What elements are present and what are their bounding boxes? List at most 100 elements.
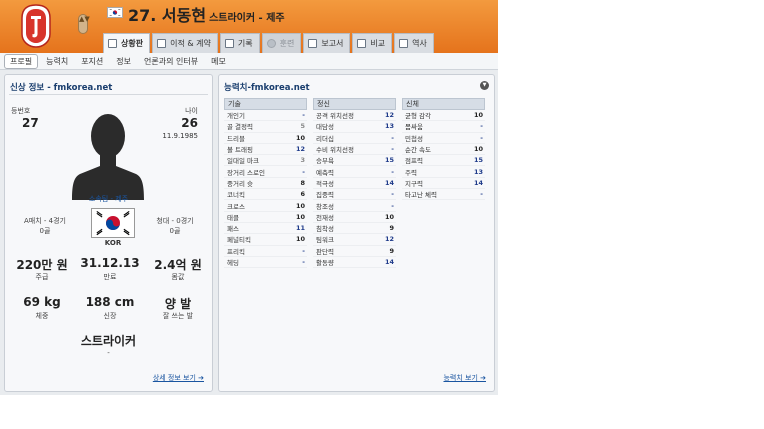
history-icon — [399, 39, 409, 48]
attr-value: 9 — [389, 246, 394, 255]
attributes-panel: 능력치-fmkorea.net ▼ 기술 개인기 - 골 결정력 5 드리블 10 볼 트래핑… — [218, 74, 495, 392]
youth-caps-label: 청대 - 0경기 — [156, 217, 194, 225]
attr-value: 14 — [473, 178, 483, 187]
report-icon — [308, 39, 318, 48]
attr-row: 공격 위치선정 12 — [313, 110, 396, 122]
attr-value: 10 — [295, 235, 305, 244]
subtab-interview[interactable]: 언론과의 인터뷰 — [139, 55, 203, 68]
attr-row: 중거리 슛 8 — [224, 178, 307, 190]
attr-name: 공격 위치선정 — [316, 112, 354, 121]
attr-row: 창조성 - — [313, 200, 396, 212]
preferred-foot-label: 잘 쓰는 발 — [162, 312, 194, 320]
attr-name: 승부욕 — [316, 157, 334, 166]
attr-value: 15 — [473, 156, 483, 165]
tab-overview[interactable]: 상황판 — [103, 33, 151, 53]
attr-name: 패스 — [227, 225, 239, 234]
age-value: 26 — [181, 116, 198, 130]
detail-info-link[interactable]: 상세 정보 보기 ➔ — [153, 373, 204, 383]
attr-value: 13 — [384, 122, 394, 131]
attr-name: 민첩성 — [405, 134, 423, 143]
contract-icon — [157, 39, 167, 48]
attr-row: 크로스 10 — [224, 200, 307, 212]
attr-value: 10 — [295, 201, 305, 210]
attr-name: 헤딩 — [227, 259, 239, 267]
cloud-icon — [266, 39, 276, 48]
attr-value: 10 — [384, 212, 394, 221]
attr-name: 개인기 — [227, 112, 245, 121]
attr-name: 팀워크 — [316, 236, 334, 245]
player-number-name: 27. 서동현 — [128, 6, 207, 25]
tab-history[interactable]: 역사 — [394, 33, 434, 53]
sub-tabs: 프로필 능력치 포지션 정보 언론과의 인터뷰 메모 — [0, 53, 498, 70]
attr-row: 몸싸움 - — [402, 121, 485, 133]
attr-value: 15 — [384, 156, 394, 165]
attr-row: 헤딩 - — [224, 257, 307, 269]
attr-value: 10 — [295, 133, 305, 142]
attr-row: 페널티킥 10 — [224, 234, 307, 246]
attr-row: 코너킥 6 — [224, 189, 307, 201]
subtab-notes[interactable]: 메모 — [206, 55, 231, 68]
attr-value: 6 — [300, 190, 305, 199]
tab-reports-label: 보고서 — [321, 39, 344, 48]
attr-row: 적극성 14 — [313, 178, 396, 190]
attr-row: 집중력 - — [313, 189, 396, 201]
attr-name: 수비 위치선정 — [316, 146, 354, 155]
attr-value: 12 — [384, 111, 394, 120]
attr-name: 태클 — [227, 213, 239, 222]
attr-column-header: 신체 — [402, 98, 485, 110]
tab-records[interactable]: 기록 — [219, 33, 260, 53]
player-nav-arrows[interactable]: ▲▼ — [78, 14, 90, 34]
attr-row: 볼 트래핑 12 — [224, 144, 307, 156]
player-silhouette-icon — [72, 114, 144, 200]
tab-reports[interactable]: 보고서 — [303, 33, 351, 53]
attr-name: 적극성 — [316, 179, 334, 188]
tab-training[interactable]: 훈련 — [261, 33, 302, 53]
player-title: 27. 서동현 스트라이커 - 제주 — [128, 2, 285, 26]
attr-row: 주력 13 — [402, 166, 485, 178]
attr-name: 볼 트래핑 — [227, 146, 253, 155]
attr-row: 수비 위치선정 - — [313, 144, 396, 156]
club-link[interactable]: 소속팀 - 제주 — [5, 194, 212, 204]
a-goals: 0골 — [39, 227, 51, 235]
header-bar: ▲▼ 27. 서동현 스트라이커 - 제주 상황판 이적 & 계약 기록 훈련 보… — [0, 0, 498, 53]
attr-row: 점프력 15 — [402, 155, 485, 167]
attr-name: 예측력 — [316, 168, 334, 177]
attr-row: 타고난 체력 - — [402, 189, 485, 201]
subtab-positions[interactable]: 포지션 — [76, 55, 108, 68]
weight-label: 체중 — [35, 312, 49, 320]
attr-value: 14 — [384, 258, 394, 266]
attr-value: - — [391, 201, 394, 210]
attr-row: 개인기 - — [224, 110, 307, 122]
compare-icon — [357, 39, 367, 48]
attr-name: 몸싸움 — [405, 123, 423, 132]
wage-value: 220만 원 — [16, 258, 68, 272]
birthdate: 11.9.1985 — [162, 132, 198, 140]
club-logo-icon — [21, 4, 51, 48]
subtab-info[interactable]: 정보 — [111, 55, 136, 68]
attr-column-header: 정신 — [313, 98, 396, 110]
attr-value: 11 — [295, 224, 305, 233]
attr-name: 크로스 — [227, 202, 245, 211]
attr-row: 순간 속도 10 — [402, 144, 485, 156]
height-value: 188 cm — [85, 295, 135, 309]
collapse-icon[interactable]: ▼ — [480, 81, 489, 90]
attributes-more-link[interactable]: 능력치 보기 ➔ — [443, 373, 486, 383]
attr-value: - — [302, 246, 305, 255]
tab-transfer-contract[interactable]: 이적 & 계약 — [152, 33, 218, 53]
attr-value: 9 — [389, 224, 394, 233]
attr-row: 민첩성 - — [402, 133, 485, 144]
attr-row: 패스 11 — [224, 223, 307, 235]
attr-name: 천재성 — [316, 213, 334, 222]
attr-row: 침착성 9 — [313, 223, 396, 235]
attr-name: 점프력 — [405, 157, 423, 166]
tab-overview-label: 상황판 — [121, 39, 144, 48]
subtab-attributes[interactable]: 능력치 — [41, 55, 73, 68]
tab-history-label: 역사 — [412, 39, 427, 48]
attr-row: 판단력 9 — [313, 246, 396, 257]
attr-name: 골 결정력 — [227, 123, 253, 132]
subtab-profile[interactable]: 프로필 — [4, 53, 39, 69]
korea-flag-icon — [91, 208, 135, 238]
tab-compare[interactable]: 비교 — [352, 33, 393, 53]
contract-value: 31.12.13 — [80, 256, 140, 270]
number-value: 27 — [22, 116, 39, 130]
